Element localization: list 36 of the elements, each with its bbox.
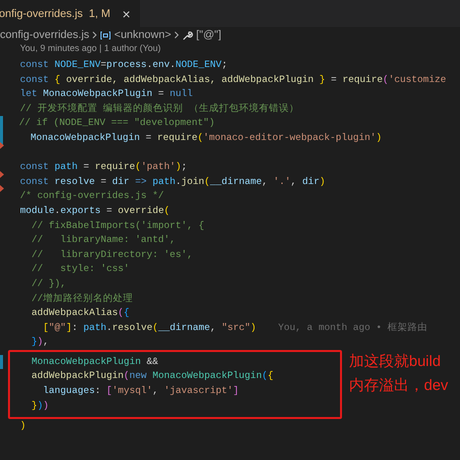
code-line: module.exports = override( [20, 204, 170, 218]
code-line: const { override, addWebpackAlias, addWebpackPlugin } = require('customize [20, 72, 446, 87]
code-line: ) [20, 419, 26, 434]
code-line: // fixBabelImports('import', { [30, 218, 204, 233]
breadcrumb-item[interactable]: config-overrides.js [0, 29, 90, 41]
code-line: languages: ['mysql', 'javascript'] [42, 384, 239, 398]
code-line: // style: 'css' [30, 262, 130, 276]
code-line: // libraryName: 'antd', [30, 233, 176, 248]
code-line: addWebpackAlias({ [30, 306, 130, 320]
blame-annotation: You, a month ago • 框架路由 [277, 321, 428, 334]
chevron-icon [92, 31, 98, 39]
breadcrumb-item[interactable]: ["@"] [196, 29, 222, 41]
code-line: addWebpackPlugin(new MonacoWebpackPlugin({ [30, 369, 274, 384]
code-line: MonacoWebpackPlugin = require('monaco-editor-webpack-plugin') [30, 130, 382, 145]
wrench-icon [182, 30, 194, 40]
code-line: //增加路径别名的处理 [30, 292, 134, 306]
code-line: // if (NODE_ENV === "development") [19, 116, 215, 130]
code-line: const path = require('path'); [20, 160, 188, 174]
code-line: // libraryDirectory: 'es', [30, 248, 193, 262]
codelens-annotation[interactable]: You, 9 minutes ago | 1 author (You) [0, 43, 460, 58]
breadcrumb-item[interactable]: <unknown> [114, 29, 172, 41]
code-line: })) [30, 398, 49, 413]
code-line: /* config-overrides.js */ [20, 189, 164, 204]
code-line: // }), [30, 276, 66, 291]
code-line: // 开发环境配置 编辑器的颜色识别 （生成打包环境有错误） [20, 102, 299, 116]
code-line: let MonacoWebpackPlugin = null [20, 87, 193, 102]
code-line: MonacoWebpackPlugin && [30, 354, 158, 369]
code-line: const resolve = dir => path.join(__dirname, '.', dir) [20, 174, 326, 189]
close-button[interactable]: × [120, 6, 132, 20]
code-line: ["@"]: path.resolve(__dirname, "src") [42, 320, 256, 335]
variable-icon [100, 30, 112, 40]
annotation-note: 加这段就build [349, 352, 442, 372]
code-line: }), [30, 335, 49, 350]
chevron-icon [174, 31, 180, 39]
code-line: const NODE_ENV=process.env.NODE_ENV; [20, 58, 228, 72]
annotation-note: 内存溢出，dev [349, 376, 448, 396]
